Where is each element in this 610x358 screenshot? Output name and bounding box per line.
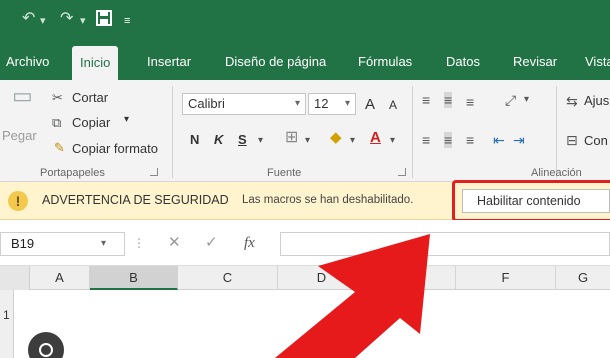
red-arrow-annotation: [275, 234, 430, 358]
lens-inner-icon: [39, 343, 53, 357]
